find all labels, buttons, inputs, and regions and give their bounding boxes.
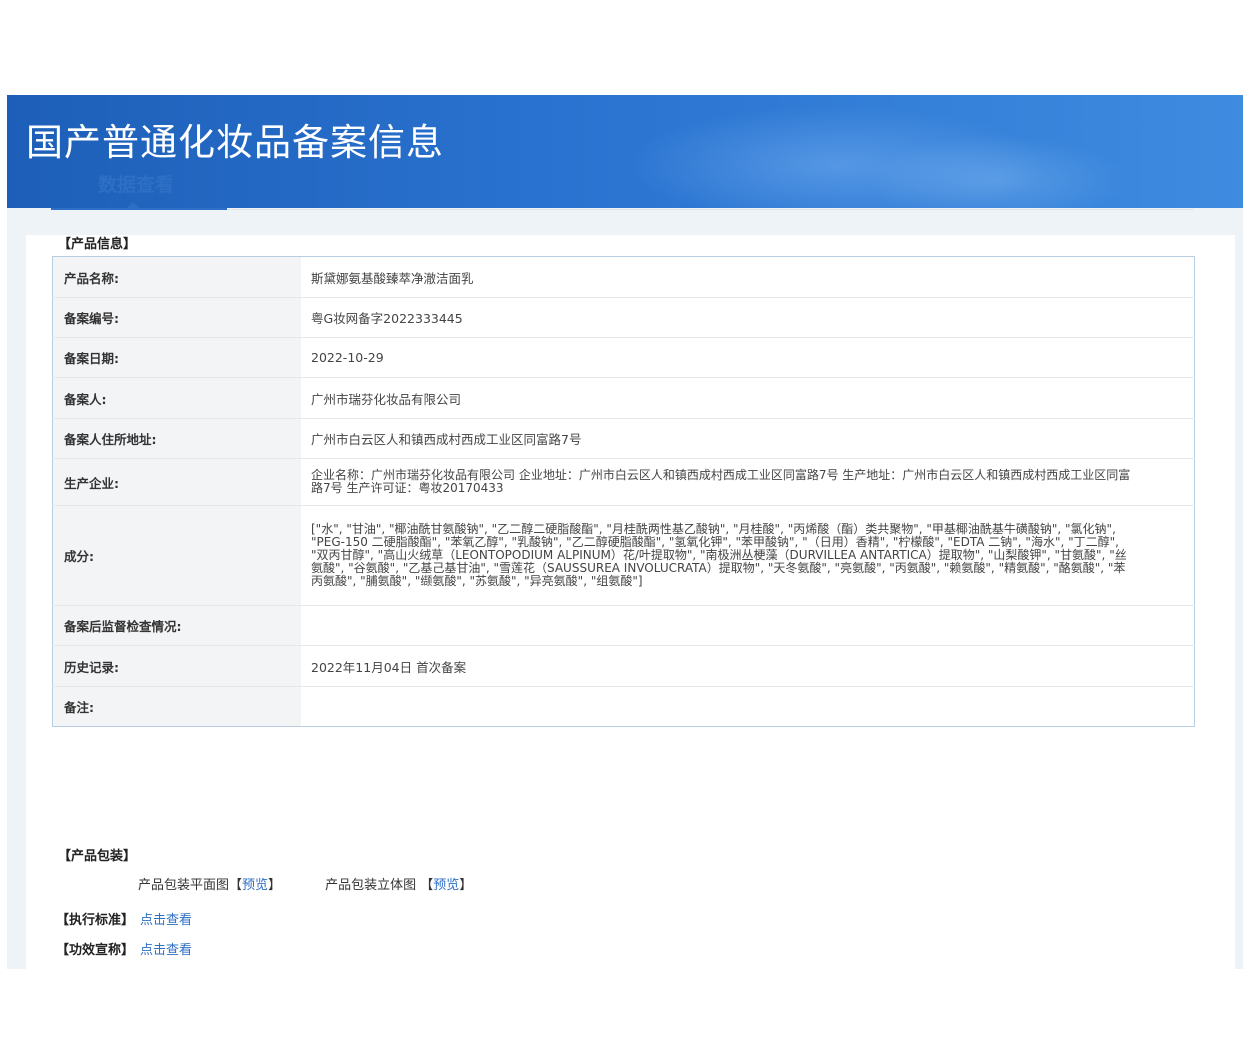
- row-value: [301, 687, 1195, 727]
- section-title-product-info: 【产品信息】: [58, 237, 137, 252]
- bracket-close: 】: [268, 878, 282, 893]
- row-value: 2022-10-29: [301, 337, 1195, 378]
- page-title: 国产普通化妆品备案信息: [26, 121, 444, 164]
- table-row: 历史记录: 2022年11月04日 首次备案: [52, 645, 1195, 687]
- table-row: 备案人住所地址: 广州市白云区人和镇西成村西成工业区同富路7号: [52, 418, 1195, 459]
- table-row: 备案后监督检查情况:: [52, 605, 1195, 646]
- row-value: ["水", "甘油", "椰油酰甘氨酸钠", "乙二醇二硬脂酸酯", "月桂酰两…: [301, 505, 1195, 606]
- row-label: 成分:: [52, 505, 301, 606]
- table-row: 备案日期: 2022-10-29: [52, 337, 1195, 378]
- bracket-open: 【: [420, 878, 434, 893]
- standard-view-link[interactable]: 点击查看: [140, 913, 192, 928]
- packaging-solid-label: 产品包装立体图: [325, 878, 417, 893]
- table-row: 生产企业: 企业名称：广州市瑞芬化妆品有限公司 企业地址：广州市白云区人和镇西成…: [52, 458, 1195, 506]
- row-label: 历史记录:: [52, 645, 301, 687]
- row-value: 粤G妆网备字2022333445: [301, 297, 1195, 338]
- row-label: 备案日期:: [52, 337, 301, 378]
- table-row: 产品名称: 斯黛娜氨基酸臻萃净澈洁面乳: [52, 256, 1195, 298]
- row-value: 广州市白云区人和镇西成村西成工业区同富路7号: [301, 418, 1195, 459]
- row-label: 备案人住所地址:: [52, 418, 301, 459]
- packaging-links: 产品包装平面图【预览】 产品包装立体图 【预览】: [138, 874, 472, 893]
- header-banner: 国产普通化妆品备案信息: [7, 95, 1243, 208]
- table-row: 成分: ["水", "甘油", "椰油酰甘氨酸钠", "乙二醇二硬脂酸酯", "…: [52, 505, 1195, 606]
- bracket-open: 【: [229, 878, 243, 893]
- table-row: 备案人: 广州市瑞芬化妆品有限公司: [52, 377, 1195, 419]
- product-info-table: 产品名称: 斯黛娜氨基酸臻萃净澈洁面乳 备案编号: 粤G妆网备字20223334…: [52, 256, 1195, 727]
- packaging-solid-preview-link[interactable]: 预览: [433, 878, 459, 893]
- packaging-flat-preview-link[interactable]: 预览: [242, 878, 268, 893]
- row-value: [301, 605, 1195, 646]
- row-value: 企业名称：广州市瑞芬化妆品有限公司 企业地址：广州市白云区人和镇西成村西成工业区…: [301, 458, 1195, 506]
- packaging-flat-label: 产品包装平面图: [138, 878, 230, 893]
- tab-active-caret-icon: [127, 202, 139, 208]
- tab-active-underline: [51, 208, 227, 210]
- standard-label: 【执行标准】: [56, 913, 135, 928]
- row-label: 备案人:: [52, 377, 301, 419]
- efficacy-view-link[interactable]: 点击查看: [140, 943, 192, 958]
- row-value: 广州市瑞芬化妆品有限公司: [301, 377, 1195, 419]
- row-label: 生产企业:: [52, 458, 301, 506]
- standard-row: 【执行标准】 点击查看: [56, 909, 192, 928]
- efficacy-row: 【功效宣称】 点击查看: [56, 939, 192, 958]
- row-value: 斯黛娜氨基酸臻萃净澈洁面乳: [301, 256, 1195, 298]
- efficacy-label: 【功效宣称】: [56, 943, 135, 958]
- row-value: 2022年11月04日 首次备案: [301, 645, 1195, 687]
- table-row: 备注:: [52, 686, 1195, 727]
- tab-divider: [227, 209, 1194, 210]
- row-label: 备注:: [52, 686, 301, 727]
- tab-data-view[interactable]: 数据查看: [98, 170, 174, 197]
- table-row: 备案编号: 粤G妆网备字2022333445: [52, 297, 1195, 338]
- row-label: 备案编号:: [52, 297, 301, 338]
- section-title-packaging: 【产品包装】: [58, 849, 137, 864]
- row-label: 备案后监督检查情况:: [52, 605, 301, 646]
- bracket-close: 】: [459, 878, 473, 893]
- row-label: 产品名称:: [52, 256, 301, 298]
